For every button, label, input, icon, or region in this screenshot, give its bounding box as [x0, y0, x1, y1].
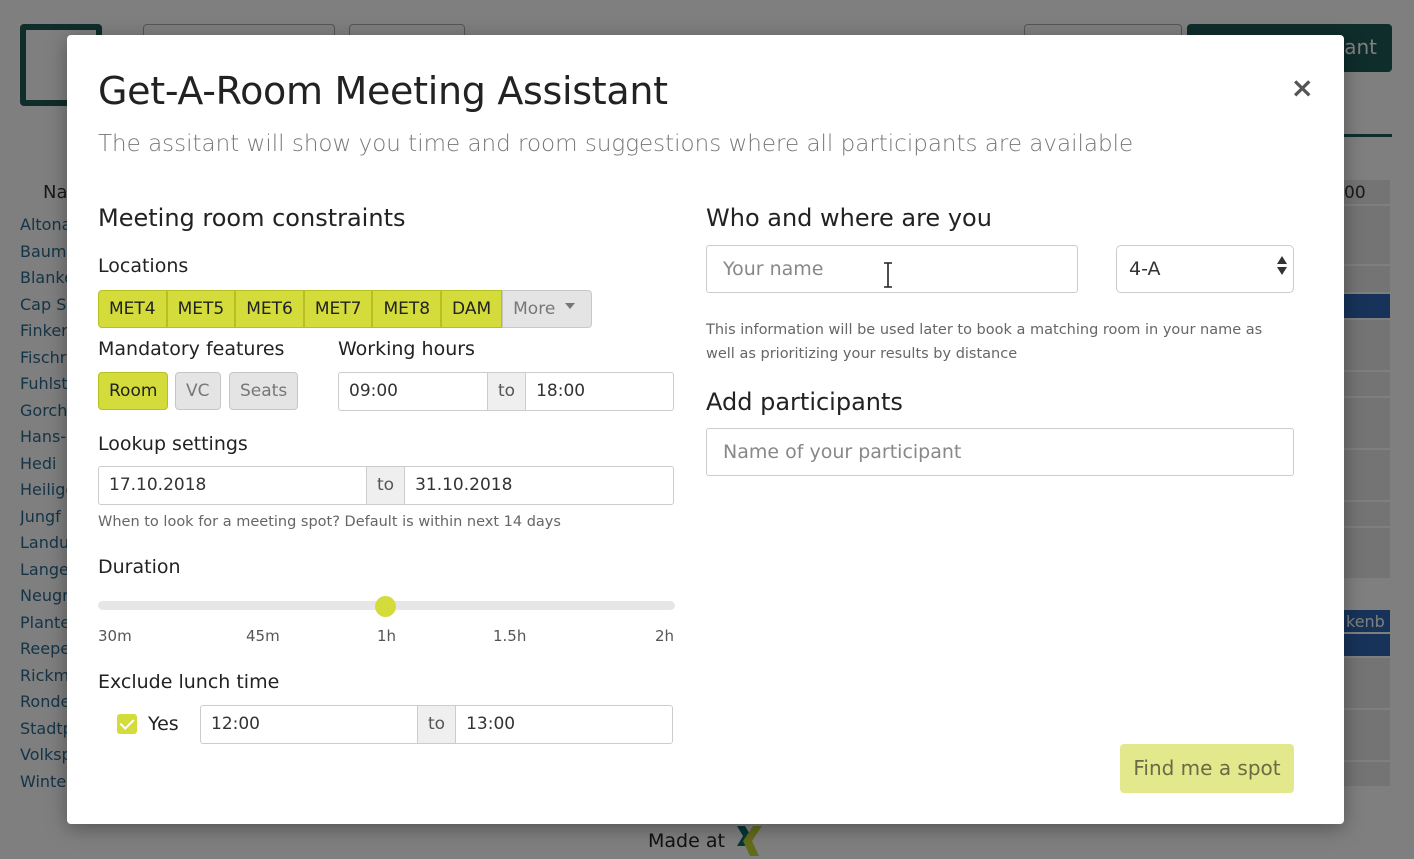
lunch-to-input[interactable]: 13:00	[455, 705, 674, 744]
duration-tick: 30m	[98, 627, 132, 645]
caret-down-icon	[565, 303, 576, 309]
lookup-to-addon: to	[367, 466, 405, 505]
constraints-heading: Meeting room constraints	[98, 204, 406, 232]
lookup-date-group: 17.10.2018 to 31.10.2018	[98, 466, 675, 505]
working-hours-to-addon: to	[488, 372, 526, 411]
feature-toggle-vc[interactable]: VC	[175, 372, 221, 410]
location-chip[interactable]: DAM	[441, 290, 503, 328]
lookup-to-date-input[interactable]: 31.10.2018	[404, 466, 675, 505]
duration-tick: 1.5h	[493, 627, 527, 645]
duration-tick: 2h	[655, 627, 675, 645]
location-chips: MET4 MET5 MET6 MET7 MET8 DAM More	[98, 290, 593, 328]
select-arrows-icon	[1277, 256, 1287, 275]
lookup-help-text: When to look for a meeting spot? Default…	[98, 514, 561, 530]
lunch-label: Exclude lunch time	[98, 671, 280, 693]
features-label: Mandatory features	[98, 338, 285, 360]
lunch-from-input[interactable]: 12:00	[200, 705, 418, 744]
feature-toggle-seats[interactable]: Seats	[229, 372, 299, 410]
modal-title: Get-A-Room Meeting Assistant	[98, 69, 668, 113]
who-help-text: This information will be used later to b…	[706, 322, 1263, 362]
working-hours-from-input[interactable]: 09:00	[338, 372, 488, 411]
location-chip[interactable]: MET5	[166, 290, 236, 328]
location-chip[interactable]: MET4	[98, 290, 167, 328]
working-hours-to-input[interactable]: 18:00	[525, 372, 675, 411]
modal-subtitle: The assitant will show you time and room…	[98, 131, 1134, 157]
more-locations-dropdown[interactable]: More	[502, 290, 593, 328]
lunch-time-group: 12:00 to 13:00	[200, 705, 674, 744]
lunch-yes-label: Yes	[148, 713, 179, 735]
participant-name-input[interactable]: Name of your participant	[706, 428, 1294, 476]
feature-toggle-room[interactable]: Room	[98, 372, 169, 410]
location-select-value: 4-A	[1129, 258, 1161, 280]
lookup-from-date-input[interactable]: 17.10.2018	[98, 466, 367, 505]
exclude-lunch-checkbox[interactable]	[117, 714, 137, 734]
participants-heading: Add participants	[706, 388, 903, 416]
duration-slider-thumb[interactable]	[375, 596, 396, 617]
duration-tick: 45m	[246, 627, 280, 645]
close-icon[interactable]: ×	[1291, 71, 1314, 104]
duration-tick: 1h	[377, 627, 397, 645]
working-hours-label: Working hours	[338, 338, 475, 360]
more-label: More	[513, 299, 556, 319]
location-chip[interactable]: MET7	[303, 290, 373, 328]
text-cursor-icon	[884, 262, 892, 288]
meeting-assistant-modal: Get-A-Room Meeting Assistant × The assit…	[67, 35, 1344, 824]
find-spot-button[interactable]: Find me a spot	[1120, 744, 1294, 793]
locations-label: Locations	[98, 255, 189, 277]
who-heading: Who and where are you	[706, 204, 992, 232]
working-hours-group: 09:00 to 18:00	[338, 372, 675, 411]
location-chip[interactable]: MET8	[372, 290, 442, 328]
location-select[interactable]: 4-A	[1116, 245, 1294, 293]
location-chip[interactable]: MET6	[235, 290, 304, 328]
lookup-label: Lookup settings	[98, 433, 248, 455]
lunch-to-addon: to	[418, 705, 456, 744]
duration-label: Duration	[98, 556, 181, 578]
